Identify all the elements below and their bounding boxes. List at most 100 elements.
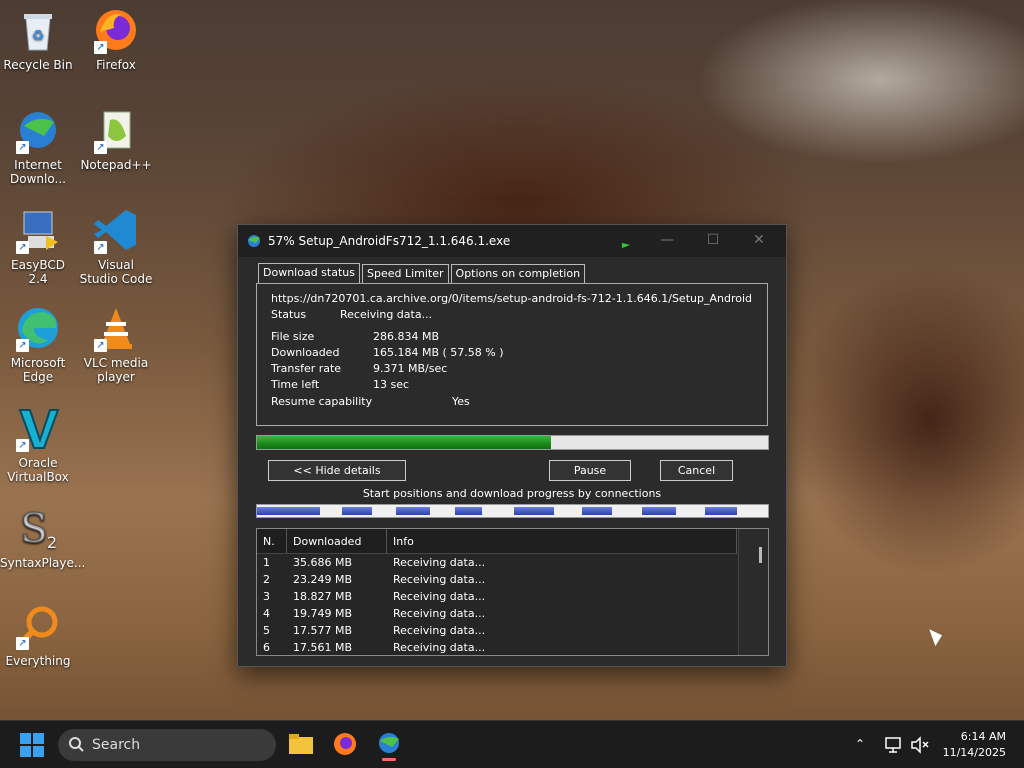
download-progress-bar bbox=[256, 435, 769, 450]
recycle-bin-icon: ♻ bbox=[14, 6, 62, 54]
status-row: Status Receiving data... bbox=[271, 308, 753, 324]
svg-text:♻: ♻ bbox=[32, 28, 45, 44]
connection-row[interactable]: 5 17.577 MB Receiving data... bbox=[257, 622, 768, 639]
desktop-icon-virtualbox[interactable]: ↗ Oracle VirtualBox bbox=[0, 404, 76, 484]
desktop-icon-vscode[interactable]: ↗ Visual Studio Code bbox=[78, 206, 154, 286]
connection-cell-info: Receiving data... bbox=[393, 641, 486, 654]
desktop-icon-easybcd[interactable]: ↗ EasyBCD 2.4 bbox=[0, 206, 76, 286]
download-window: 57% Setup_AndroidFs712_1.1.646.1.exe — ☐… bbox=[237, 224, 787, 667]
connection-cell-downloaded: 23.249 MB bbox=[293, 573, 353, 586]
status-value: Receiving data... bbox=[340, 308, 433, 321]
connection-row[interactable]: 1 35.686 MB Receiving data... bbox=[257, 554, 768, 571]
desktop-icon-edge[interactable]: ↗ Microsoft Edge bbox=[0, 304, 76, 384]
column-header-n[interactable]: N. bbox=[257, 529, 287, 553]
transfer-rate-row: Transfer rate 9.371 MB/sec bbox=[271, 362, 753, 378]
connections-rows: 1 35.686 MB Receiving data... 2 23.249 MB Rec… bbox=[257, 554, 768, 655]
desktop-icon-everything[interactable]: ↗ Everything bbox=[0, 602, 76, 668]
hide-details-button[interactable]: << Hide details bbox=[268, 460, 406, 481]
easybcd-icon: ↗ bbox=[14, 206, 62, 254]
internet-download-manager-icon: ↗ bbox=[14, 106, 62, 154]
download-info-panel: https://dn720701.ca.archive.org/0/items/… bbox=[256, 283, 768, 426]
shortcut-arrow-icon: ↗ bbox=[16, 439, 29, 452]
desktop-icon-notepadpp[interactable]: ↗ Notepad++ bbox=[78, 106, 154, 172]
connection-cell-downloaded: 17.561 MB bbox=[293, 641, 353, 654]
connection-segment bbox=[257, 507, 320, 515]
clock-time: 6:14 AM bbox=[960, 730, 1006, 743]
scrollbar-thumb[interactable] bbox=[759, 547, 762, 563]
clock-date: 11/14/2025 bbox=[942, 746, 1006, 759]
connection-segment bbox=[582, 507, 612, 515]
vertical-scrollbar[interactable] bbox=[738, 529, 768, 655]
desktop-icon-syntaxplayer[interactable]: S2 SyntaxPlaye... bbox=[0, 504, 85, 571]
svg-text:2: 2 bbox=[47, 533, 57, 552]
connection-cell-info: Receiving data... bbox=[393, 556, 486, 569]
maximize-button[interactable]: ☐ bbox=[690, 225, 736, 257]
desktop-icon-recycle-bin[interactable]: ♻ Recycle Bin bbox=[0, 6, 76, 72]
connections-caption: Start positions and download progress by… bbox=[362, 487, 662, 500]
shortcut-arrow-icon: ↗ bbox=[94, 141, 107, 154]
connection-row[interactable]: 6 17.561 MB Receiving data... bbox=[257, 639, 768, 655]
tab-speed-limiter[interactable]: Speed Limiter bbox=[361, 264, 449, 283]
network-icon[interactable] bbox=[884, 735, 904, 755]
downloaded-value: 165.184 MB ( 57.58 % ) bbox=[373, 346, 504, 359]
close-button[interactable]: ✕ bbox=[736, 225, 782, 257]
connection-row[interactable]: 4 19.749 MB Receiving data... bbox=[257, 605, 768, 622]
download-url: https://dn720701.ca.archive.org/0/items/… bbox=[271, 292, 753, 305]
time-left-row: Time left 13 sec bbox=[271, 378, 753, 394]
connection-cell-n: 1 bbox=[263, 556, 270, 569]
taskbar-clock[interactable]: 6:14 AM 11/14/2025 bbox=[943, 729, 1006, 761]
file-size-row: File size 286.834 MB bbox=[271, 330, 753, 346]
vlc-icon: ↗ bbox=[92, 304, 140, 352]
shortcut-arrow-icon: ↗ bbox=[16, 241, 29, 254]
connection-cell-info: Receiving data... bbox=[393, 607, 486, 620]
idm-app-icon bbox=[248, 235, 260, 247]
file-size-value: 286.834 MB bbox=[373, 330, 440, 343]
svg-text:S: S bbox=[20, 506, 47, 552]
connection-cell-info: Receiving data... bbox=[393, 624, 486, 637]
window-titlebar[interactable]: 57% Setup_AndroidFs712_1.1.646.1.exe — ☐… bbox=[238, 225, 786, 257]
idm-taskbar-icon[interactable] bbox=[376, 731, 402, 761]
start-button[interactable] bbox=[20, 733, 44, 757]
time-left-value: 13 sec bbox=[373, 378, 410, 391]
chevron-up-icon[interactable]: ⌃ bbox=[852, 737, 868, 753]
connection-cell-n: 2 bbox=[263, 573, 270, 586]
connection-cell-n: 3 bbox=[263, 590, 270, 603]
desktop-icon-firefox[interactable]: ↗ Firefox bbox=[78, 6, 154, 72]
connection-row[interactable]: 3 18.827 MB Receiving data... bbox=[257, 588, 768, 605]
connection-segment bbox=[455, 507, 482, 515]
tab-download-status[interactable]: Download status bbox=[258, 263, 360, 284]
connection-segment bbox=[642, 507, 676, 515]
connection-row[interactable]: 2 23.249 MB Receiving data... bbox=[257, 571, 768, 588]
flag-icon bbox=[622, 239, 630, 248]
shortcut-arrow-icon: ↗ bbox=[16, 141, 29, 154]
shortcut-arrow-icon: ↗ bbox=[94, 241, 107, 254]
volume-muted-icon[interactable] bbox=[910, 735, 930, 755]
notepadpp-icon: ↗ bbox=[92, 106, 140, 154]
connection-cell-n: 5 bbox=[263, 624, 270, 637]
everything-icon: ↗ bbox=[14, 602, 62, 650]
desktop-icon-vlc[interactable]: ↗ VLC media player bbox=[78, 304, 154, 384]
connection-segment bbox=[705, 507, 737, 515]
connections-list[interactable]: N. Downloaded Info 1 35.686 MB Receiving d… bbox=[256, 528, 769, 656]
taskbar: Search ⌃ 6:14 AM 11/14/2025 bbox=[0, 720, 1024, 768]
mouse-cursor-icon bbox=[929, 625, 945, 647]
column-header-info[interactable]: Info bbox=[387, 529, 737, 553]
column-header-downloaded[interactable]: Downloaded bbox=[287, 529, 387, 553]
connection-segment bbox=[342, 507, 372, 515]
file-explorer-taskbar-icon[interactable] bbox=[288, 731, 314, 757]
tab-bar: Download status Speed Limiter Options on… bbox=[258, 263, 587, 284]
connection-cell-n: 4 bbox=[263, 607, 270, 620]
connection-cell-info: Receiving data... bbox=[393, 590, 486, 603]
cancel-button[interactable]: Cancel bbox=[660, 460, 733, 481]
shortcut-arrow-icon: ↗ bbox=[94, 339, 107, 352]
connections-progress-bar bbox=[256, 504, 769, 518]
taskbar-search[interactable]: Search bbox=[58, 729, 276, 761]
minimize-button[interactable]: — bbox=[644, 225, 690, 257]
downloaded-row: Downloaded 165.184 MB ( 57.58 % ) bbox=[271, 346, 753, 362]
connection-cell-n: 6 bbox=[263, 641, 270, 654]
pause-button[interactable]: Pause bbox=[549, 460, 631, 481]
desktop-icon-internet-download-manager[interactable]: ↗ Internet Downlo... bbox=[0, 106, 76, 186]
transfer-rate-value: 9.371 MB/sec bbox=[373, 362, 448, 375]
tab-options-on-completion[interactable]: Options on completion bbox=[450, 264, 586, 283]
firefox-taskbar-icon[interactable] bbox=[332, 731, 358, 757]
